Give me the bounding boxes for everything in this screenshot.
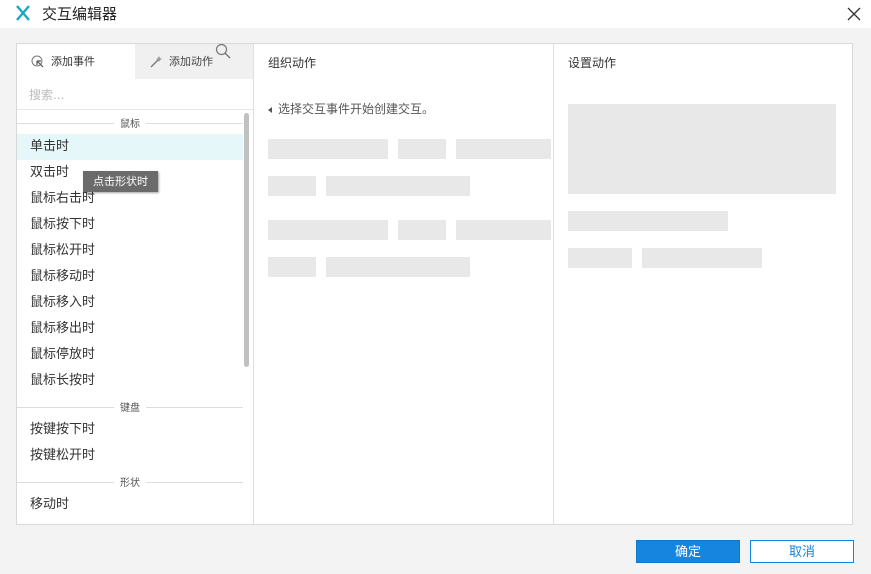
item-label: 鼠标移入时: [30, 295, 96, 310]
skeleton-placeholder: [326, 257, 470, 277]
search-icon[interactable]: [215, 43, 231, 59]
list-item-click[interactable]: 单击时: [17, 134, 243, 160]
group-label: 形状: [114, 474, 146, 489]
tab-add-action-label: 添加动作: [169, 55, 213, 68]
editor-panels: 添加事件 添加动作 鼠标 单击时 双击时 鼠标右击时 鼠标按下时 鼠标松开时: [16, 43, 853, 525]
close-icon[interactable]: [844, 4, 864, 24]
list-item-mouse-up[interactable]: 鼠标松开时: [17, 238, 243, 264]
skeleton-placeholder: [398, 139, 446, 159]
tab-add-action[interactable]: 添加动作: [135, 44, 253, 79]
skeleton-placeholder: [568, 248, 632, 268]
skeleton-placeholder: [456, 220, 551, 240]
hint-label: 选择交互事件开始创建交互。: [278, 102, 435, 116]
skeleton-placeholder: [268, 220, 388, 240]
skeleton-placeholder: [268, 176, 316, 196]
skeleton-placeholder: [326, 176, 470, 196]
set-action-panel: 设置动作: [553, 44, 852, 524]
group-header-shape: 形状: [17, 474, 243, 489]
tooltip: 点击形状时: [83, 171, 158, 192]
skeleton-placeholder: [568, 211, 728, 231]
list-item-mouse-down[interactable]: 鼠标按下时: [17, 212, 243, 238]
item-label: 按键按下时: [30, 422, 96, 437]
group-header-keyboard: 键盘: [17, 399, 243, 414]
group-header-mouse: 鼠标: [17, 115, 243, 130]
cursor-click-icon: [31, 55, 44, 68]
skeleton-placeholder: [568, 104, 836, 194]
list-item-mouse-leave[interactable]: 鼠标移出时: [17, 316, 243, 342]
item-label: 单击时: [30, 139, 70, 154]
skeleton-placeholder: [268, 257, 316, 277]
skeleton-placeholder: [456, 139, 551, 159]
events-panel: 添加事件 添加动作 鼠标 单击时 双击时 鼠标右击时 鼠标按下时 鼠标松开时: [17, 44, 254, 524]
search-bar: [17, 79, 253, 110]
sparkle-wand-icon: [150, 56, 162, 68]
caret-left-icon: [268, 106, 272, 113]
item-label: 鼠标移动时: [30, 269, 96, 284]
list-item-mouse-enter[interactable]: 鼠标移入时: [17, 290, 243, 316]
item-label: 鼠标按下时: [30, 217, 96, 232]
panel-header: 组织动作: [268, 56, 317, 70]
group-label: 鼠标: [114, 115, 146, 130]
item-label: 鼠标长按时: [30, 373, 96, 388]
cancel-button[interactable]: 取消: [750, 540, 854, 563]
tab-add-event-label: 添加事件: [51, 55, 95, 68]
item-label: 鼠标移出时: [30, 321, 96, 336]
list-item-long-press[interactable]: 鼠标长按时: [17, 368, 243, 394]
skeleton-placeholder: [398, 220, 446, 240]
item-label: 鼠标松开时: [30, 243, 96, 258]
app-logo-icon: [16, 5, 30, 21]
organize-actions-panel: 组织动作 选择交互事件开始创建交互。: [253, 44, 554, 524]
hint-text: 选择交互事件开始创建交互。: [268, 100, 434, 117]
list-item-key-down[interactable]: 按键按下时: [17, 417, 243, 443]
title-bar: 交互编辑器: [0, 0, 871, 28]
item-label: 双击时: [30, 165, 70, 180]
list-item-move[interactable]: 移动时: [17, 492, 243, 518]
ok-button[interactable]: 确定: [636, 540, 740, 563]
item-label: 移动时: [30, 497, 70, 512]
tab-add-event[interactable]: 添加事件: [17, 44, 135, 79]
list-item-key-up[interactable]: 按键松开时: [17, 443, 243, 469]
group-label: 键盘: [114, 399, 146, 414]
window-title: 交互编辑器: [42, 5, 118, 23]
search-input[interactable]: [27, 85, 231, 105]
skeleton-placeholder: [642, 248, 762, 268]
item-label: 鼠标停放时: [30, 347, 96, 362]
scrollbar-thumb[interactable]: [244, 113, 249, 367]
list-item-mouse-hover[interactable]: 鼠标停放时: [17, 342, 243, 368]
item-label: 按键松开时: [30, 448, 96, 463]
panel-header: 设置动作: [568, 56, 617, 70]
skeleton-placeholder: [268, 139, 388, 159]
list-item-mouse-move[interactable]: 鼠标移动时: [17, 264, 243, 290]
